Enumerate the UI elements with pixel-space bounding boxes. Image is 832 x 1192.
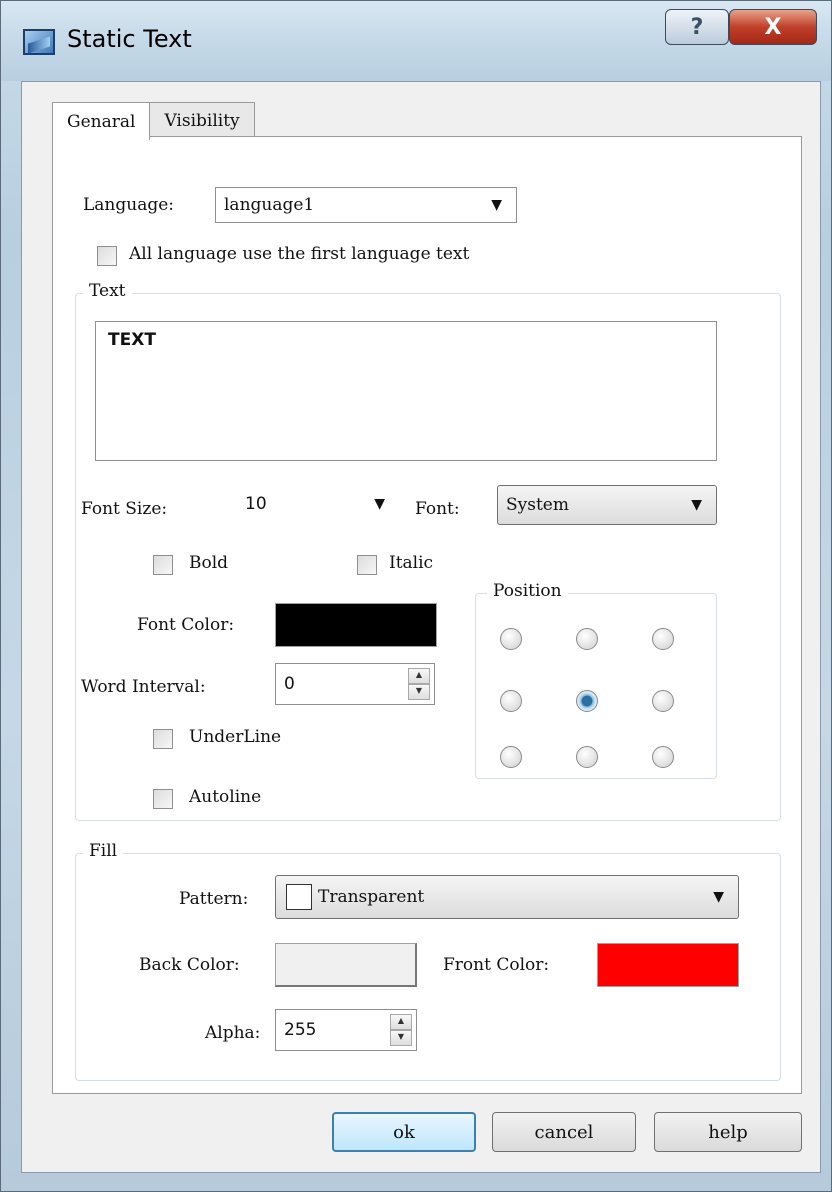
all-language-label: All language use the first language text: [129, 244, 470, 264]
spin-up-icon[interactable]: ▲: [408, 668, 430, 684]
alpha-label: Alpha:: [205, 1023, 261, 1043]
pattern-select[interactable]: Transparent ▼: [275, 875, 739, 919]
pattern-label: Pattern:: [179, 889, 249, 909]
help-title-button[interactable]: ?: [665, 9, 729, 45]
position-radio-bottom-right[interactable]: [652, 746, 674, 768]
chevron-down-icon: ▼: [691, 497, 702, 513]
window-title: Static Text: [67, 25, 192, 53]
close-icon: X: [764, 14, 782, 40]
autoline-checkbox[interactable]: [153, 789, 173, 809]
spin-up-icon[interactable]: ▲: [390, 1014, 412, 1030]
underline-label: UnderLine: [189, 727, 282, 747]
position-radio-middle-right[interactable]: [652, 690, 674, 712]
underline-checkbox[interactable]: [153, 729, 173, 749]
language-select[interactable]: language1 ▼: [215, 187, 517, 223]
position-radio-bottom-center[interactable]: [576, 746, 598, 768]
chevron-down-icon: ▼: [713, 889, 724, 905]
pattern-swatch-icon: [286, 884, 312, 910]
tab-strip: Genaral Visibility: [52, 102, 255, 140]
chevron-down-icon: ▼: [374, 496, 385, 512]
pattern-value: Transparent: [318, 887, 425, 907]
back-color-label: Back Color:: [139, 955, 240, 975]
back-color-swatch[interactable]: [275, 943, 417, 987]
word-interval-value: 0: [284, 674, 295, 694]
italic-checkbox[interactable]: [357, 555, 377, 575]
position-radio-top-center[interactable]: [576, 628, 598, 650]
tab-visibility[interactable]: Visibility: [149, 102, 255, 138]
dialog-client: Genaral Visibility Language: language1 ▼…: [21, 81, 821, 1173]
alpha-spinner: ▲ ▼: [390, 1014, 412, 1046]
title-bar: Static Text ? X: [1, 1, 831, 81]
app-icon: [23, 29, 55, 55]
question-icon: ?: [690, 14, 704, 40]
all-language-checkbox[interactable]: [97, 246, 117, 266]
position-groupbox: [475, 593, 717, 779]
position-radio-top-left[interactable]: [500, 628, 522, 650]
font-color-swatch[interactable]: [275, 603, 437, 647]
tab-panel-general: Language: language1 ▼ All language use t…: [52, 136, 802, 1094]
help-button[interactable]: help: [654, 1112, 802, 1152]
word-interval-spinner: ▲ ▼: [408, 668, 430, 700]
font-size-label: Font Size:: [81, 499, 168, 519]
spin-down-icon[interactable]: ▼: [390, 1030, 412, 1046]
close-button[interactable]: X: [729, 9, 817, 45]
alpha-input[interactable]: 255 ▲ ▼: [275, 1009, 417, 1051]
font-select[interactable]: System ▼: [497, 485, 717, 525]
fill-group-legend: Fill: [83, 841, 124, 861]
font-value: System: [506, 495, 569, 515]
word-interval-label: Word Interval:: [81, 677, 206, 697]
position-legend: Position: [487, 581, 568, 601]
autoline-label: Autoline: [189, 787, 262, 807]
position-radio-middle-left[interactable]: [500, 690, 522, 712]
front-color-label: Front Color:: [443, 955, 550, 975]
position-radio-bottom-left[interactable]: [500, 746, 522, 768]
bold-checkbox[interactable]: [153, 555, 173, 575]
position-radio-top-right[interactable]: [652, 628, 674, 650]
front-color-swatch[interactable]: [597, 943, 739, 987]
font-size-select[interactable]: 10 ▼: [235, 483, 399, 525]
bold-label: Bold: [189, 553, 229, 573]
font-label: Font:: [415, 499, 460, 519]
italic-label: Italic: [389, 553, 434, 573]
language-value: language1: [224, 195, 315, 215]
text-group-legend: Text: [83, 281, 132, 301]
dialog-window: Static Text ? X Genaral Visibility Langu…: [0, 0, 832, 1192]
chevron-down-icon: ▼: [491, 197, 502, 213]
text-content-input[interactable]: TEXT: [95, 321, 717, 461]
language-label: Language:: [83, 195, 175, 215]
alpha-value: 255: [284, 1020, 317, 1040]
cancel-button[interactable]: cancel: [492, 1112, 636, 1152]
position-radio-center[interactable]: [576, 690, 598, 712]
spin-down-icon[interactable]: ▼: [408, 684, 430, 700]
word-interval-input[interactable]: 0 ▲ ▼: [275, 663, 435, 705]
font-color-label: Font Color:: [137, 615, 235, 635]
ok-button[interactable]: ok: [332, 1112, 476, 1152]
tab-general[interactable]: Genaral: [52, 102, 151, 140]
font-size-value: 10: [245, 494, 267, 514]
